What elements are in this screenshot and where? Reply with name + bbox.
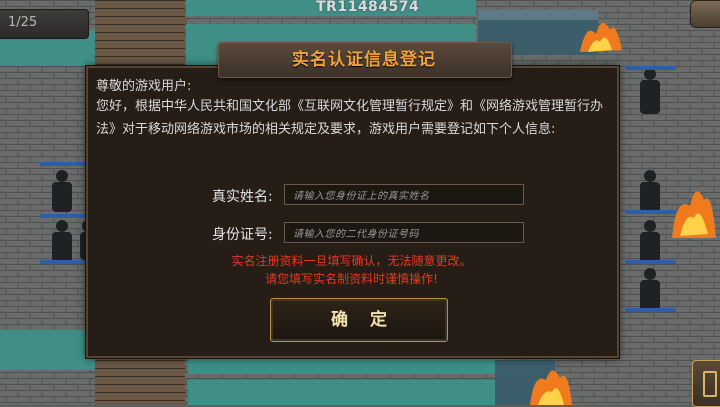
real-name-label: 真实姓名: [212, 189, 273, 205]
confirm-button-label: 确定 [331, 310, 409, 330]
page-counter: 1/25 [0, 9, 89, 39]
warning-line-2: 请您填写实名制资料时谨慎操作! [265, 272, 438, 286]
regulation-text: 您好，根据中华人民共和国文化部《互联网文化管理暂行规定》和《网络游戏管理暂行办法… [96, 99, 604, 137]
confirm-button[interactable]: 确定 [270, 298, 448, 342]
id-number-placeholder: 请输入您的二代身份证号码 [293, 229, 419, 240]
real-name-input[interactable]: 请输入您身份证上的真实姓名 [284, 184, 524, 205]
id-number-label: 身份证号: [212, 227, 273, 243]
watermark-text: TR11484574 [316, 0, 420, 15]
warning-line-1: 实名注册资料一旦填写确认，无法随意更改。 [231, 254, 472, 268]
page-counter-label: 1/25 [8, 15, 38, 30]
scroll-icon [703, 371, 717, 397]
side-menu-button[interactable] [692, 360, 720, 407]
menu-button[interactable] [690, 0, 720, 28]
real-name-placeholder: 请输入您身份证上的真实姓名 [293, 191, 430, 202]
dialog-title: 实名认证信息登记 [292, 50, 436, 70]
id-number-input[interactable]: 请输入您的二代身份证号码 [284, 222, 524, 243]
